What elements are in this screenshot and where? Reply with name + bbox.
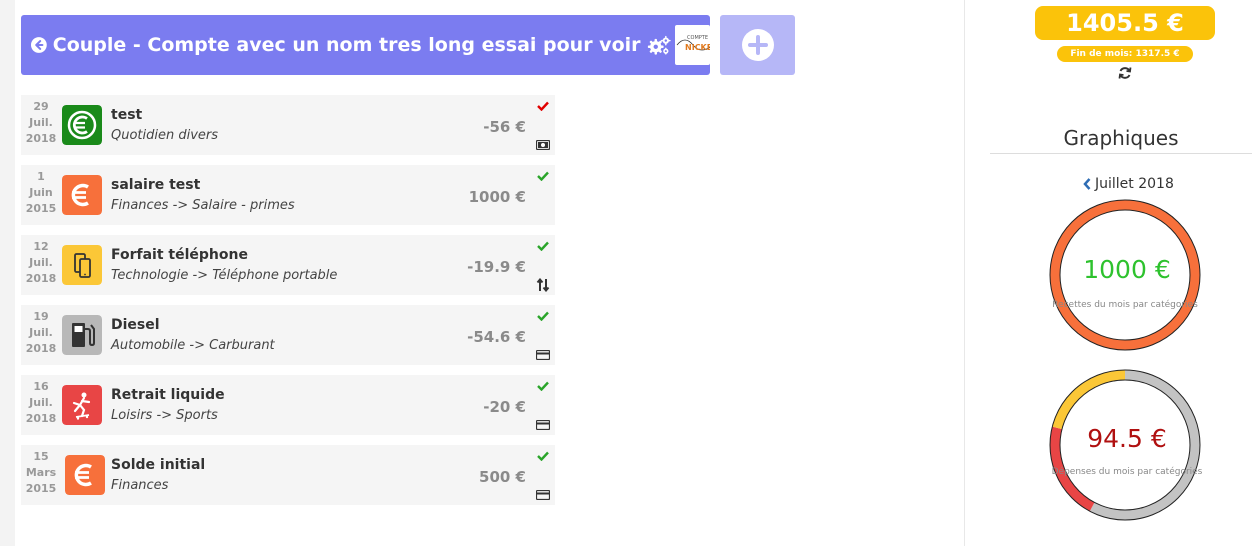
transaction-row[interactable]: 19 Juil. 2018 Diesel Automobile -> Carbura… [21,305,555,365]
logo-text-top: COMPTE [687,35,708,41]
transaction-amount: -19.9 € [467,258,526,276]
transaction-date: 12 Juil. 2018 [25,240,57,285]
balance-badge: 1405.5 € [1035,6,1215,40]
income-chart-label: Recettes du mois par catégories [1052,300,1198,310]
donut-slice-technologie [1052,370,1126,430]
transaction-amount: 1000 € [468,188,526,206]
transaction-category: Finances -> Salaire - primes [111,198,295,213]
transaction-name: test [111,107,143,123]
logo-text-main: NICKEL [685,43,711,52]
check-icon[interactable] [537,241,549,251]
check-icon[interactable] [537,381,549,391]
refresh-icon[interactable] [1118,66,1132,80]
month-selector[interactable]: Juillet 2018 [1083,176,1174,192]
transaction-row[interactable]: 29 Juil. 2018 test Quotidien divers -56 € [21,95,555,155]
check-icon[interactable] [537,171,549,181]
transaction-name: Retrait liquide [111,387,225,403]
expenses-chart-value: 94.5 € [1087,424,1167,453]
account-title[interactable]: Couple - Compte avec un nom tres long es… [53,34,641,56]
charts-divider [990,153,1252,154]
chevron-left-icon[interactable] [1083,178,1091,190]
card-icon [536,490,550,500]
euro-icon [62,175,102,215]
settings-gears-icon[interactable] [647,33,672,57]
check-icon[interactable] [537,101,549,111]
back-arrow-icon[interactable] [31,36,47,54]
add-account-button[interactable] [720,15,795,75]
transaction-date: 16 Juil. 2018 [25,380,57,425]
transaction-date: 19 Juil. 2018 [25,310,57,355]
transaction-category: Automobile -> Carburant [111,338,275,353]
fuel-pump-icon [62,315,102,355]
transaction-date: 29 Juil. 2018 [25,100,57,145]
plus-icon [741,29,774,61]
transaction-category: Loisirs -> Sports [111,408,218,423]
expenses-chart-label: Dépenses du mois par catégories [1051,467,1203,477]
transaction-name: Forfait téléphone [111,247,248,263]
transaction-amount: -56 € [483,118,526,136]
cash-icon [536,140,550,150]
transaction-category: Technologie -> Téléphone portable [111,268,338,283]
transaction-row[interactable]: 16 Juil. 2018 Retrait liquide Loisirs -> S… [21,375,555,435]
card-icon [536,420,550,430]
transaction-amount: -20 € [483,398,526,416]
transaction-amount: 500 € [479,468,526,486]
transaction-date: 15 Mars 2015 [25,450,57,495]
check-icon[interactable] [537,311,549,321]
transaction-name: salaire test [111,177,201,193]
account-logo: COMPTE NICKEL [675,25,711,65]
charts-title: Graphiques [1063,126,1179,150]
card-icon [536,350,550,360]
account-header: Couple - Compte avec un nom tres long es… [21,15,711,75]
income-chart-value: 1000 € [1083,255,1171,284]
left-sidebar-strip [0,0,15,546]
transaction-row[interactable]: 1 Juin 2015 salaire test Finances -> Salai… [21,165,555,225]
end-of-month-badge: Fin de mois: 1317.5 € [1057,46,1193,62]
phone-icon [62,245,102,285]
transaction-amount: -54.6 € [467,328,526,346]
transaction-row[interactable]: 12 Juil. 2018 Forfait téléphone Technologi… [21,235,555,295]
transaction-list: 29 Juil. 2018 test Quotidien divers -56 € … [21,95,555,515]
transaction-name: Diesel [111,317,160,333]
transaction-category: Finances [111,478,169,493]
current-month: Juillet 2018 [1095,176,1174,192]
transaction-name: Solde initial [111,457,206,473]
skater-icon [62,385,102,425]
euro-icon [65,455,105,495]
transaction-row[interactable]: 15 Mars 2015 Solde initial Finances 500 € [21,445,555,505]
check-icon[interactable] [537,451,549,461]
transfer-icon [536,278,550,292]
euro-icon [62,105,102,145]
transaction-date: 1 Juin 2015 [25,170,57,215]
transaction-category: Quotidien divers [111,128,219,143]
